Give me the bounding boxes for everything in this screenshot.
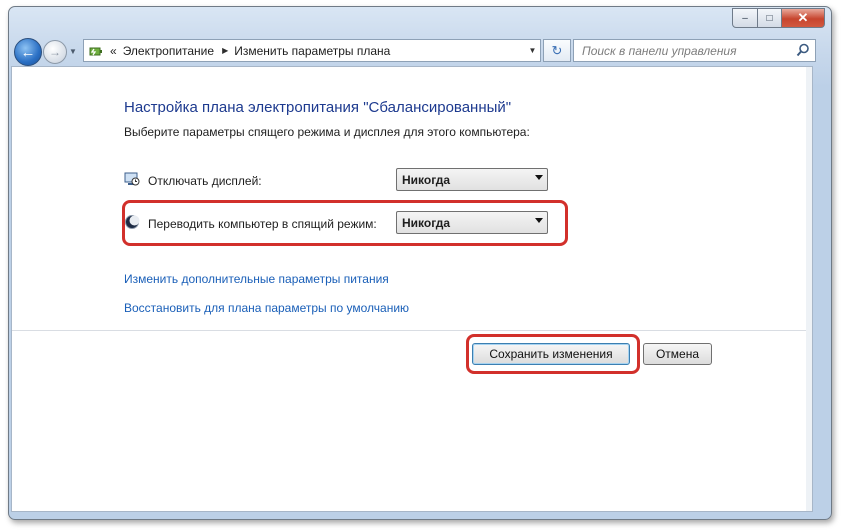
- save-button[interactable]: Сохранить изменения: [472, 343, 630, 365]
- cancel-button[interactable]: Отмена: [643, 343, 712, 365]
- advanced-settings-link[interactable]: Изменить дополнительные параметры питани…: [124, 272, 389, 286]
- page-subtitle: Выберите параметры спящего режима и дисп…: [124, 125, 530, 139]
- sleep-label: Переводить компьютер в спящий режим:: [148, 216, 377, 231]
- sleep-value: Никогда: [402, 215, 451, 230]
- address-dropdown-icon[interactable]: ▼: [524, 40, 540, 61]
- breadcrumb-separator-icon[interactable]: ▶: [222, 46, 228, 55]
- address-bar[interactable]: « Электропитание ▶ Изменить параметры пл…: [83, 39, 541, 62]
- back-button[interactable]: ←: [14, 38, 42, 66]
- refresh-button[interactable]: ↻: [543, 39, 571, 62]
- title-bar: – □ ✕: [9, 7, 831, 43]
- breadcrumb-edit-plan[interactable]: Изменить параметры плана: [234, 44, 390, 58]
- display-off-label: Отключать дисплей:: [148, 173, 262, 188]
- address-overflow[interactable]: «: [110, 44, 117, 58]
- power-options-icon: [88, 43, 104, 59]
- content-pane: Настройка плана электропитания "Сбаланси…: [11, 66, 813, 512]
- search-input[interactable]: [580, 42, 784, 60]
- forward-button[interactable]: →: [43, 40, 67, 64]
- display-off-select[interactable]: Никогда: [396, 168, 548, 191]
- caption-buttons: – □ ✕: [732, 8, 825, 28]
- setting-row-display: Отключать дисплей:: [124, 171, 262, 190]
- close-button[interactable]: ✕: [782, 8, 825, 28]
- chevron-down-icon: [535, 218, 543, 223]
- setting-row-sleep: Переводить компьютер в спящий режим:: [124, 214, 377, 233]
- search-icon[interactable]: [795, 42, 811, 58]
- breadcrumb-power-options[interactable]: Электропитание: [123, 44, 214, 58]
- sleep-select[interactable]: Никогда: [396, 211, 548, 234]
- minimize-button[interactable]: –: [732, 8, 758, 28]
- chevron-down-icon: [535, 175, 543, 180]
- scrollbar[interactable]: [806, 67, 812, 511]
- display-timer-icon: [124, 171, 140, 190]
- page-title: Настройка плана электропитания "Сбаланси…: [124, 99, 512, 116]
- maximize-button[interactable]: □: [758, 8, 782, 28]
- recent-pages-dropdown-icon[interactable]: ▼: [69, 47, 79, 56]
- display-off-value: Никогда: [402, 172, 451, 187]
- restore-defaults-link[interactable]: Восстановить для плана параметры по умол…: [124, 301, 409, 315]
- search-box[interactable]: [573, 39, 816, 62]
- moon-icon: [124, 214, 140, 233]
- divider: [12, 330, 806, 331]
